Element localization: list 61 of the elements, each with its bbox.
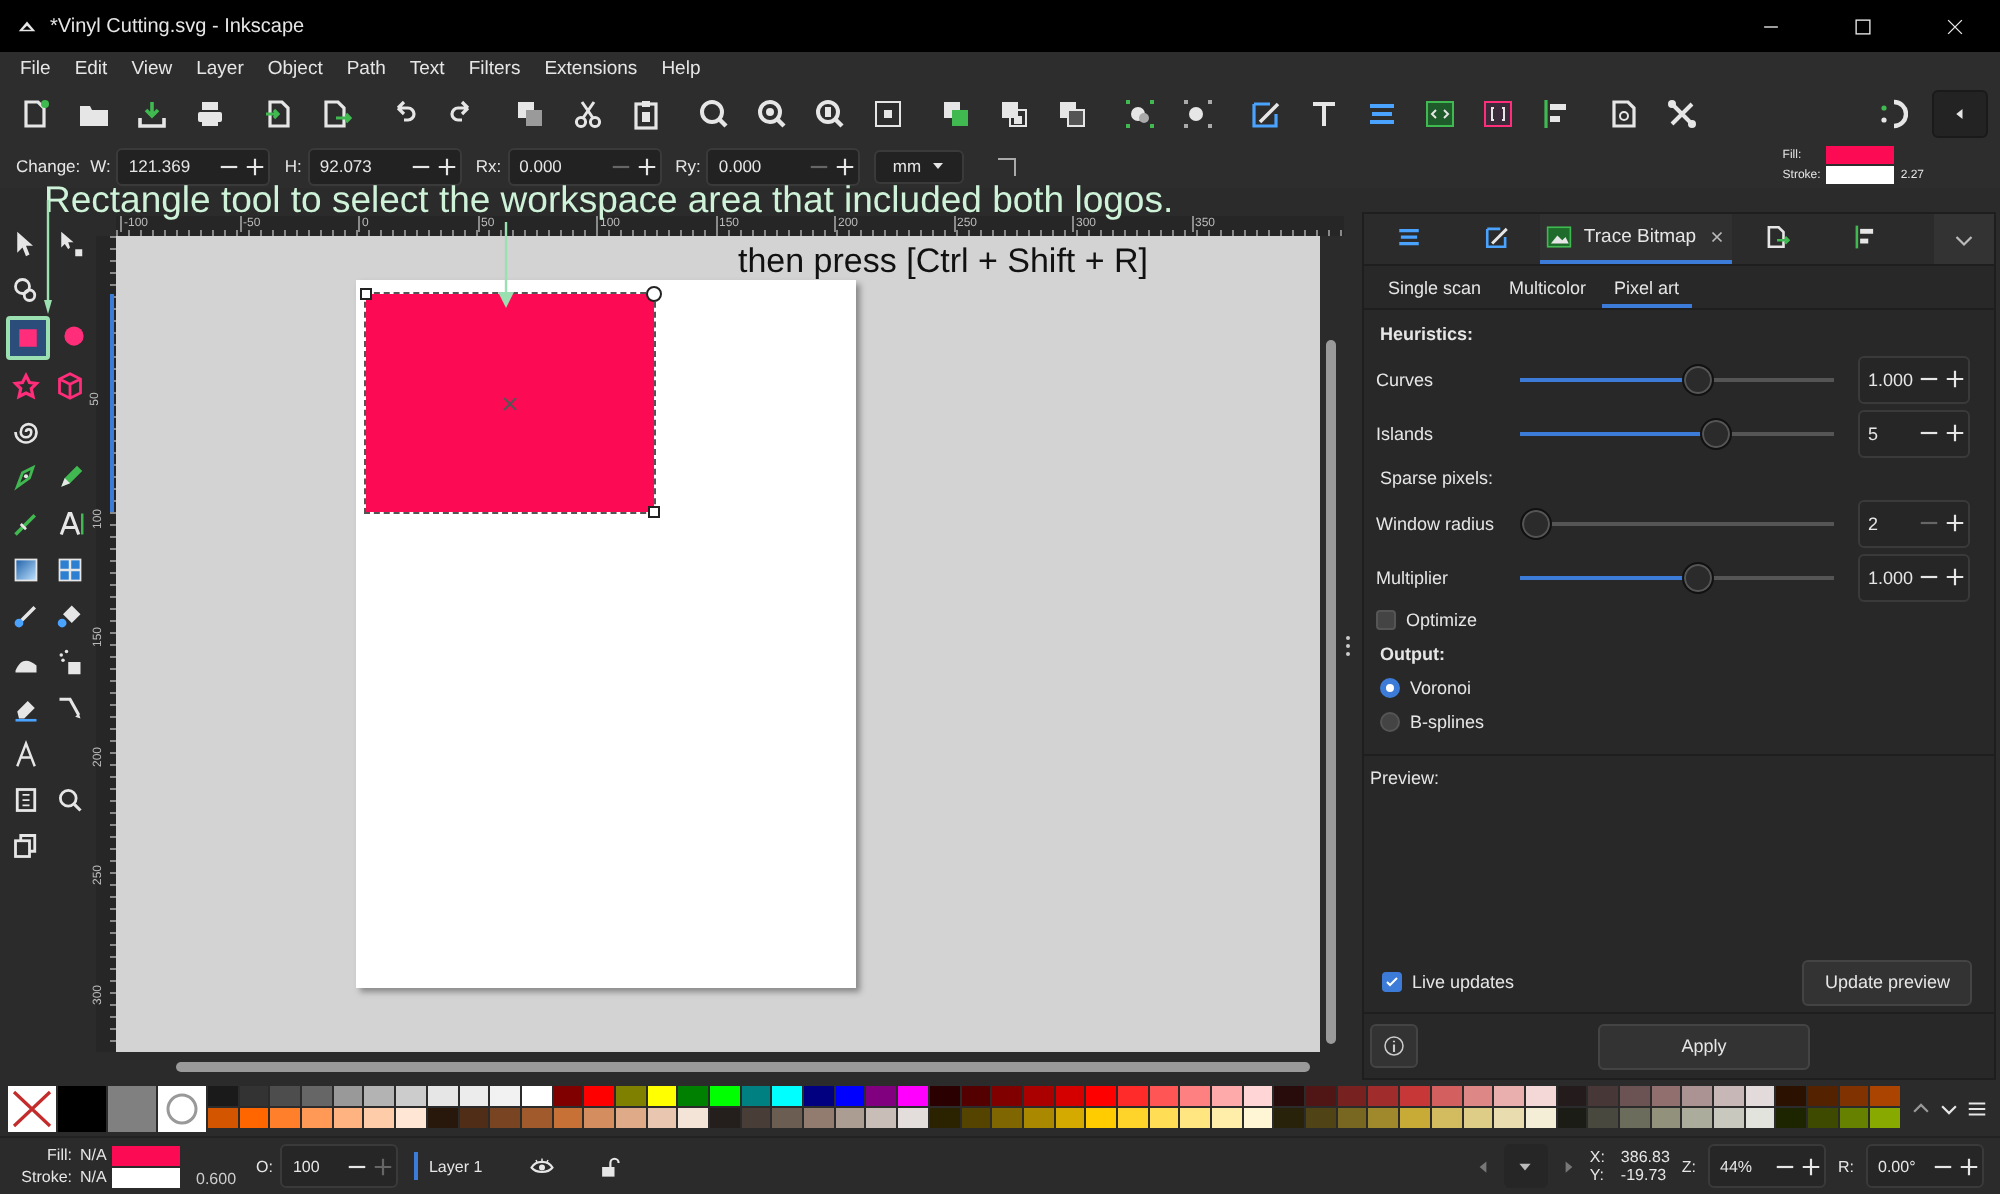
field-label: Rx: (475, 156, 502, 176)
window-title: *Vinyl Cutting.svg - Inkscape (50, 15, 307, 37)
section-heading: Heuristics: (1378, 322, 1476, 348)
annotation-text: then press [Ctrl + Shift + R] (738, 242, 1149, 282)
number-field[interactable]: 121.369 (128, 156, 217, 176)
slider-label: Window radius (1376, 513, 1497, 533)
menu-item[interactable]: View (119, 57, 185, 79)
toolbar-label: Change: (16, 156, 81, 176)
apply-button[interactable]: Apply (1598, 1023, 1810, 1069)
coordinate-label: Y: (1589, 1166, 1605, 1184)
stroke-label: Stroke: (19, 1168, 74, 1186)
coordinate-label: X: (1589, 1148, 1605, 1166)
mode-tab[interactable]: Pixel art (1602, 270, 1692, 308)
menu-item[interactable]: Edit (62, 57, 120, 79)
menu-item[interactable]: Filters (456, 57, 533, 79)
field-label: W: (90, 156, 111, 176)
coordinate-value: 386.83 (1620, 1148, 1670, 1166)
number-field[interactable]: 0.00° (1878, 1157, 1930, 1175)
field-label: H: (284, 156, 302, 176)
section-heading: Sparse pixels: (1378, 466, 1496, 492)
number-field[interactable]: 0.000 (519, 156, 608, 176)
panel-tab[interactable]: Trace Bitmap (1540, 214, 1732, 264)
slider-label: Curves (1376, 369, 1436, 389)
radio-label: Voronoi (1410, 678, 1472, 698)
radio-label: B-splines (1410, 712, 1485, 732)
field-label: Ry: (675, 156, 701, 176)
menu-item[interactable]: Object (255, 57, 335, 79)
section-heading: Output: (1378, 642, 1447, 668)
mode-tab[interactable]: Single scan (1376, 270, 1494, 308)
menu-item[interactable]: Text (397, 57, 457, 79)
coordinate-value: -19.73 (1620, 1166, 1669, 1184)
rotation-label: R: (1838, 1157, 1854, 1175)
number-field[interactable]: 0.000 (718, 156, 807, 176)
menu-item[interactable]: File (8, 57, 63, 79)
unit-dropdown[interactable]: mm (874, 149, 964, 183)
number-field[interactable]: 1.000 (1868, 369, 1916, 389)
menu-item[interactable]: Path (334, 57, 398, 79)
preview-label: Preview: (1370, 768, 1440, 788)
update-preview-button[interactable]: Update preview (1802, 959, 1972, 1005)
opacity-label: O: (256, 1157, 273, 1175)
number-field[interactable]: 100 (292, 1157, 345, 1175)
number-field[interactable]: 1.000 (1868, 567, 1916, 587)
mode-tab[interactable]: Multicolor (1497, 270, 1599, 308)
number-field[interactable]: 2 (1868, 513, 1916, 533)
fill-value: N/A (80, 1146, 109, 1164)
stroke-value: N/A (80, 1168, 109, 1186)
zoom-label: Z: (1681, 1157, 1696, 1175)
slider-label: Islands (1376, 423, 1436, 443)
annotation-text: Rectangle tool to select the workspace area that included both logos. (44, 180, 1174, 220)
menu-item[interactable]: Layer (184, 57, 256, 79)
menu-item[interactable]: Extensions (532, 57, 650, 79)
layer-name[interactable]: Layer 1 (428, 1157, 483, 1175)
stroke-width: 0.600 (196, 1169, 237, 1187)
number-field[interactable]: 5 (1868, 423, 1916, 443)
number-field[interactable]: 92.073 (319, 156, 408, 176)
number-field[interactable]: 44% (1720, 1157, 1772, 1175)
checkbox-label: Optimize (1406, 610, 1478, 630)
checkbox-label: Live updates (1412, 972, 1515, 992)
fill-label: Fill: (45, 1146, 74, 1164)
slider-label: Multiplier (1376, 567, 1451, 587)
menu-item[interactable]: Help (649, 57, 713, 79)
